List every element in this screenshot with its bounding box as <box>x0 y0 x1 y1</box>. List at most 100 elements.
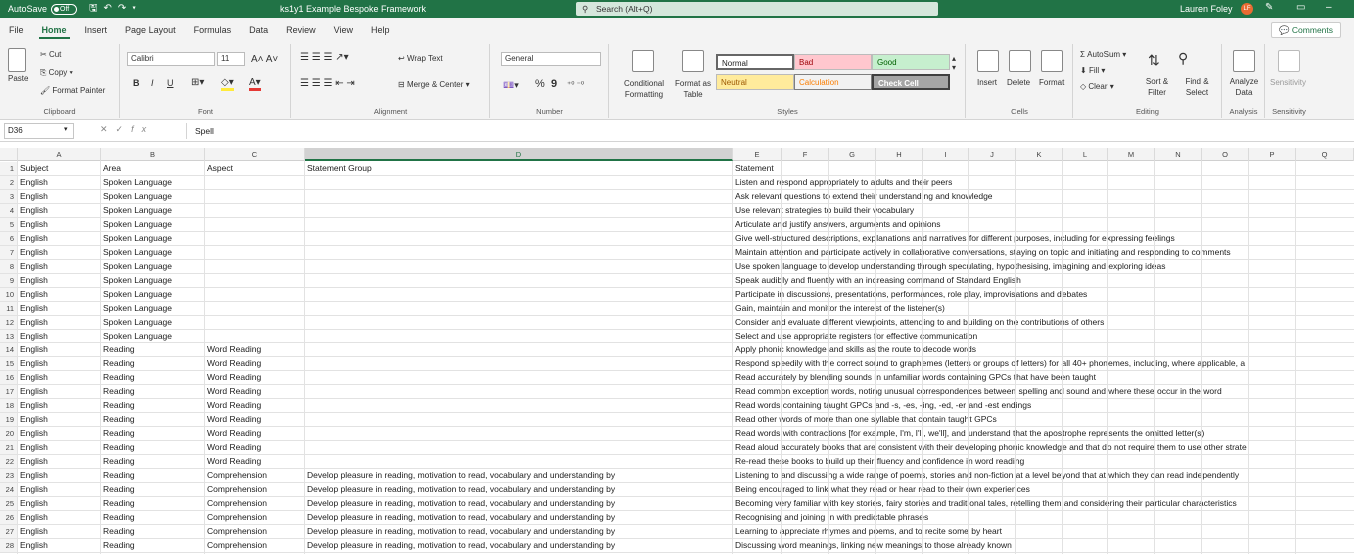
cell-a[interactable]: English <box>18 330 101 343</box>
cell-e[interactable]: Being encouraged to link what they read … <box>733 483 1354 496</box>
cell-a[interactable]: English <box>18 497 101 510</box>
column-header-o[interactable]: O <box>1202 148 1249 161</box>
fill-button[interactable]: ⬇ Fill ▾ <box>1080 66 1105 75</box>
copy-button[interactable]: ⎘ Copy ▾ <box>40 68 73 78</box>
format-cells-icon[interactable] <box>1041 50 1063 72</box>
cell-c[interactable]: Comprehension <box>205 525 305 538</box>
cell-a[interactable]: English <box>18 469 101 482</box>
cell-a[interactable]: English <box>18 246 101 259</box>
cell-e[interactable]: Statement <box>733 162 1354 175</box>
cell-b[interactable]: Spoken Language <box>101 218 205 231</box>
row-header[interactable]: 26 <box>0 511 18 524</box>
cell-b[interactable]: Spoken Language <box>101 204 205 217</box>
cell-a[interactable]: English <box>18 302 101 315</box>
column-header-q[interactable]: Q <box>1296 148 1354 161</box>
bold-button[interactable]: B <box>133 78 140 88</box>
cell-b[interactable]: Spoken Language <box>101 260 205 273</box>
cell-a[interactable]: English <box>18 260 101 273</box>
analyze-data-icon[interactable] <box>1233 50 1255 72</box>
cell-c[interactable]: Word Reading <box>205 357 305 370</box>
cell-a[interactable]: English <box>18 483 101 496</box>
tab-help[interactable]: Help <box>362 18 399 42</box>
cell-a[interactable]: English <box>18 357 101 370</box>
sensitivity-button[interactable]: Sensitivity <box>1270 78 1306 87</box>
cell-a[interactable]: English <box>18 539 101 552</box>
formula-input[interactable]: Spell <box>186 123 1346 139</box>
cell-a[interactable]: English <box>18 176 101 189</box>
row-header[interactable]: 10 <box>0 287 18 301</box>
wrap-text-button[interactable]: ↩ Wrap Text <box>398 54 443 63</box>
cell-a[interactable]: Subject <box>18 162 101 175</box>
column-header-j[interactable]: J <box>969 148 1016 161</box>
cell-e[interactable]: Learning to appreciate rhymes and poems,… <box>733 525 1354 538</box>
cell-c[interactable]: Comprehension <box>205 469 305 482</box>
cell-e[interactable]: Becoming very familiar with key stories,… <box>733 497 1354 510</box>
comma-button[interactable]: 9 <box>551 78 557 90</box>
cell-e[interactable]: Maintain attention and participate activ… <box>733 246 1354 259</box>
cell-c[interactable] <box>205 316 305 329</box>
cell-c[interactable] <box>205 330 305 343</box>
cell-c[interactable] <box>205 176 305 189</box>
cell-a[interactable]: English <box>18 399 101 412</box>
autosum-button[interactable]: Σ AutoSum ▾ <box>1080 50 1126 59</box>
sort-filter-icon[interactable]: ⇅ <box>1148 52 1160 69</box>
column-header-b[interactable]: B <box>101 148 205 161</box>
cell-d[interactable] <box>305 316 733 329</box>
borders-icon[interactable]: ⊞▾ <box>191 77 204 88</box>
cell-c[interactable] <box>205 246 305 259</box>
style-bad[interactable]: Bad <box>794 54 872 70</box>
conditional-formatting-button[interactable]: Conditional Formatting <box>620 78 668 100</box>
tab-formulas[interactable]: Formulas <box>185 18 241 42</box>
cell-e[interactable]: Participate in discussions, presentation… <box>733 288 1354 301</box>
sort-filter-button[interactable]: Sort & Filter <box>1136 76 1178 98</box>
cell-e[interactable]: Gain, maintain and monitor the interest … <box>733 302 1354 315</box>
style-normal[interactable]: Normal <box>716 54 794 70</box>
cell-e[interactable]: Give well-structured descriptions, expla… <box>733 232 1354 245</box>
row-header[interactable]: 11 <box>0 301 18 315</box>
cell-c[interactable]: Word Reading <box>205 385 305 398</box>
font-grow-shrink[interactable]: A˄ A˅ <box>251 54 278 65</box>
column-header-m[interactable]: M <box>1108 148 1155 161</box>
formula-icons[interactable]: ✕✓fx <box>100 124 154 135</box>
tab-data[interactable]: Data <box>240 18 277 42</box>
column-header-d[interactable]: D <box>305 148 733 161</box>
cell-e[interactable]: Re-read these books to build up their fl… <box>733 455 1354 468</box>
tab-file[interactable]: File <box>0 18 33 42</box>
row-header[interactable]: 5 <box>0 217 18 231</box>
cell-b[interactable]: Reading <box>101 441 205 454</box>
cell-e[interactable]: Read accurately by blending sounds in un… <box>733 371 1354 384</box>
conditional-formatting-icon[interactable] <box>632 50 654 72</box>
cell-d[interactable]: Statement Group <box>305 162 733 175</box>
cell-d[interactable] <box>305 413 733 426</box>
search-box[interactable]: ⚲ Search (Alt+Q) <box>576 2 938 16</box>
cell-d[interactable] <box>305 190 733 203</box>
decimal-icons[interactable]: ⁺⁰ ⁻⁰ <box>567 80 584 89</box>
cell-c[interactable]: Comprehension <box>205 539 305 552</box>
cell-a[interactable]: English <box>18 455 101 468</box>
cell-c[interactable]: Word Reading <box>205 413 305 426</box>
cell-e[interactable]: Speak audibly and fluently with an incre… <box>733 274 1354 287</box>
column-header-h[interactable]: H <box>876 148 923 161</box>
fill-color-icon[interactable]: ◇▾ <box>221 77 234 91</box>
cell-c[interactable] <box>205 260 305 273</box>
column-header-c[interactable]: C <box>205 148 305 161</box>
cell-e[interactable]: Respond speedily with the correct sound … <box>733 357 1354 370</box>
cell-d[interactable] <box>305 427 733 440</box>
cell-c[interactable] <box>205 218 305 231</box>
cell-e[interactable]: Discussing word meanings, linking new me… <box>733 539 1354 552</box>
cell-b[interactable]: Reading <box>101 469 205 482</box>
cell-c[interactable] <box>205 232 305 245</box>
column-header-i[interactable]: I <box>923 148 969 161</box>
cell-b[interactable]: Spoken Language <box>101 302 205 315</box>
cell-b[interactable]: Reading <box>101 357 205 370</box>
cell-d[interactable] <box>305 274 733 287</box>
cell-e[interactable]: Listen and respond appropriately to adul… <box>733 176 1354 189</box>
column-header-a[interactable]: A <box>18 148 101 161</box>
cell-c[interactable] <box>205 204 305 217</box>
name-box-dropdown-icon[interactable]: ▾ <box>64 125 68 133</box>
style-good[interactable]: Good <box>872 54 950 70</box>
find-select-icon[interactable]: ⚲ <box>1178 50 1188 67</box>
cell-e[interactable]: Read words containing taught GPCs and -s… <box>733 399 1354 412</box>
cell-d[interactable] <box>305 399 733 412</box>
cell-b[interactable]: Reading <box>101 399 205 412</box>
